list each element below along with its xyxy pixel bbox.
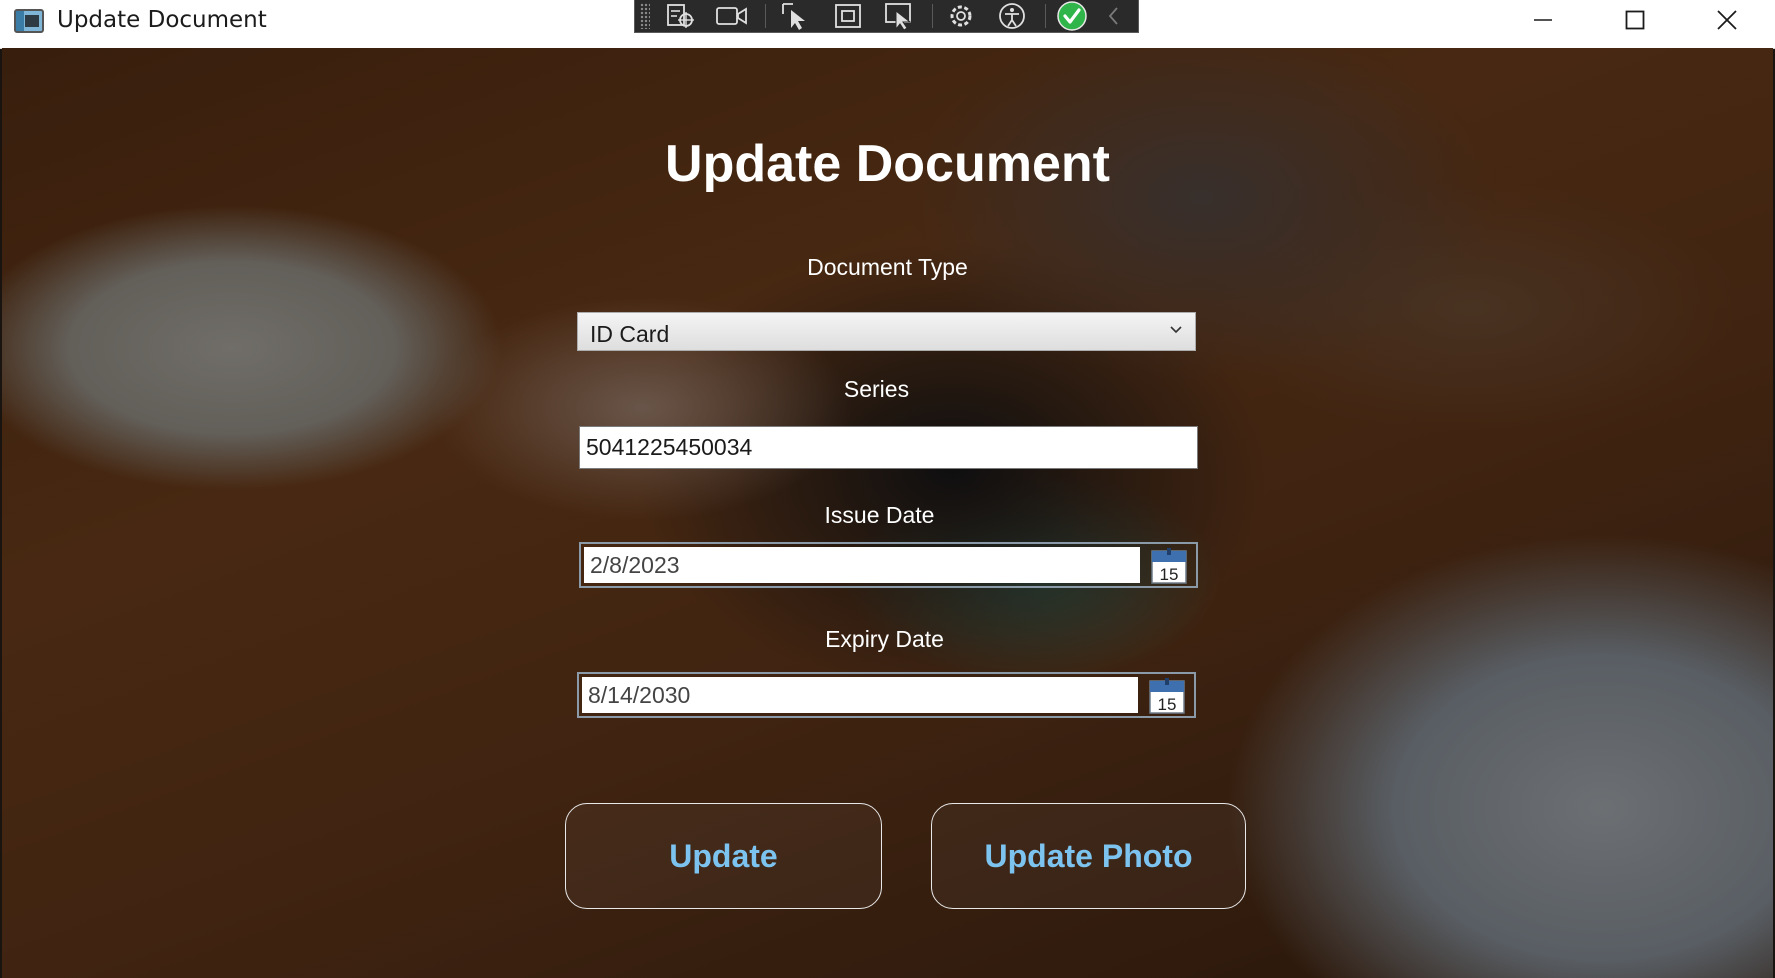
accessibility-icon: [999, 3, 1025, 29]
live-visual-tree-icon: [667, 4, 694, 28]
collapse-toolbar-button[interactable]: [1095, 1, 1133, 31]
expiry-date-calendar-day: 15: [1158, 695, 1177, 714]
minimize-icon: [1534, 19, 1552, 21]
update-photo-button[interactable]: Update Photo: [931, 803, 1246, 909]
issue-date-calendar-day: 15: [1160, 565, 1179, 584]
series-label: Series: [843, 376, 910, 402]
track-focus-icon: [885, 3, 912, 30]
series-textbox[interactable]: [579, 426, 1198, 469]
page-title: Update Document: [665, 135, 1110, 193]
display-layout-adorners-button[interactable]: [829, 1, 867, 31]
series-input[interactable]: [580, 427, 1197, 468]
expiry-date-input[interactable]: [582, 677, 1138, 713]
live-visual-tree-button[interactable]: [662, 1, 700, 31]
accessibility-checker-button[interactable]: [993, 1, 1031, 31]
close-icon: [1717, 10, 1737, 30]
form-background: Update Document Document Type ID Card Se…: [2, 48, 1773, 978]
select-element-button[interactable]: [777, 1, 815, 31]
window-title: Update Document: [57, 7, 267, 33]
issue-date-picker[interactable]: 15: [579, 542, 1198, 588]
expiry-date-picker[interactable]: 15: [577, 672, 1196, 718]
record-button[interactable]: [713, 1, 751, 31]
collapse-icon: [1108, 7, 1118, 25]
record-icon: [716, 7, 747, 25]
hot-reload-settings-icon: [950, 5, 972, 27]
update-button[interactable]: Update: [565, 803, 882, 909]
document-type-value: ID Card: [590, 321, 670, 347]
minimize-button[interactable]: [1497, 0, 1589, 40]
track-focus-button[interactable]: [880, 1, 918, 31]
binding-status-button[interactable]: [1053, 1, 1091, 31]
chevron-down-icon: [1170, 326, 1182, 334]
expiry-date-label: Expiry Date: [825, 626, 944, 652]
issue-date-input[interactable]: [584, 547, 1140, 583]
toolbar-separator: [932, 4, 933, 28]
binding-ok-icon: [1057, 1, 1087, 31]
maximize-icon: [1625, 10, 1645, 30]
close-button[interactable]: [1681, 0, 1773, 40]
app-icon: [14, 9, 44, 33]
select-element-icon: [782, 3, 805, 30]
calendar-icon[interactable]: 15: [1149, 678, 1185, 714]
xaml-debug-toolbar[interactable]: [634, 0, 1139, 33]
toolbar-separator: [1045, 4, 1046, 28]
display-layout-adorners-icon: [835, 4, 861, 28]
toolbar-grip[interactable]: [640, 3, 650, 29]
hot-reload-settings-button[interactable]: [942, 1, 980, 31]
document-type-label: Document Type: [807, 254, 968, 280]
issue-date-label: Issue Date: [824, 502, 935, 528]
document-type-select[interactable]: ID Card: [577, 312, 1196, 351]
calendar-icon[interactable]: 15: [1151, 548, 1187, 584]
maximize-button[interactable]: [1589, 0, 1681, 40]
toolbar-separator: [765, 4, 766, 28]
